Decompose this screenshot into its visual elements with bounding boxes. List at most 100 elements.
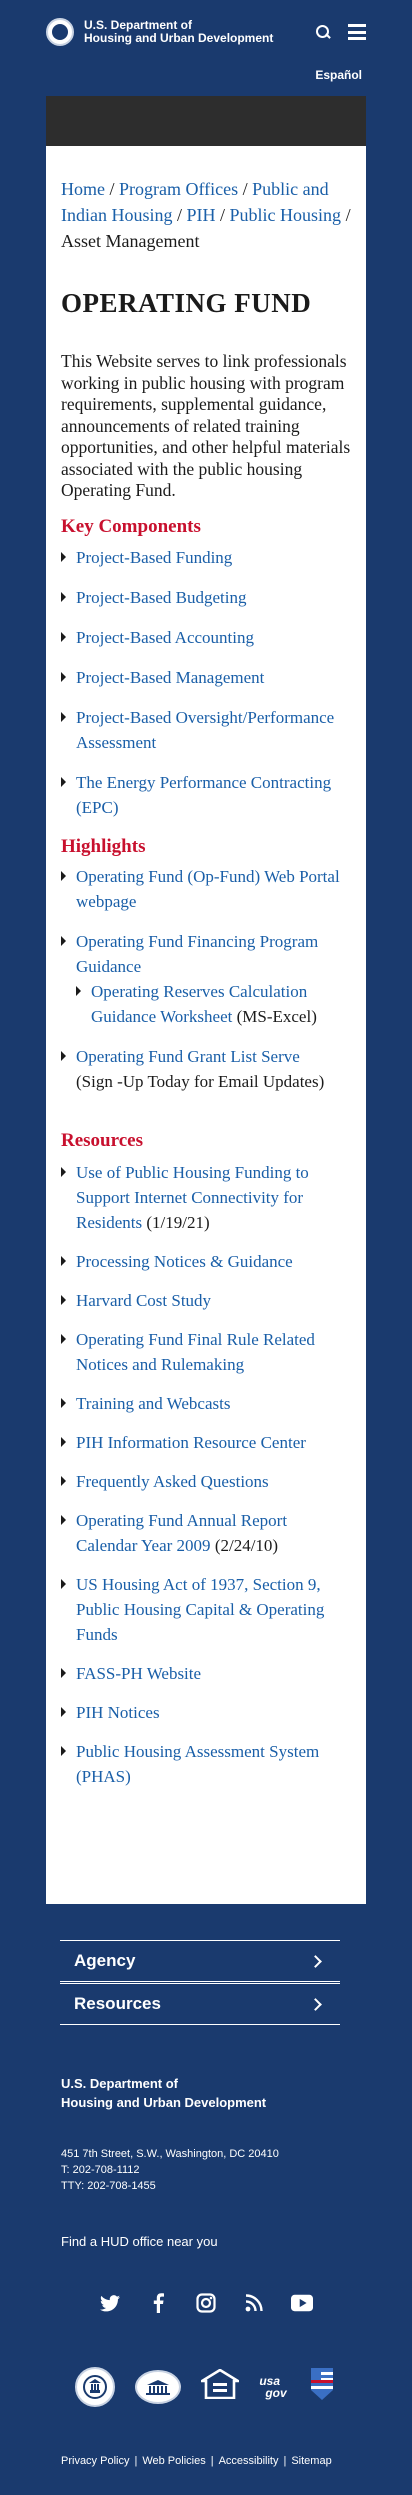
list-item: Frequently Asked Questions (61, 1469, 352, 1494)
accordion-agency-label: Agency (74, 1951, 136, 1970)
breadcrumb-separator: / (220, 205, 226, 225)
footer-agency-name: U.S. Department of Housing and Urban Dev… (61, 2074, 266, 2112)
instagram-icon[interactable] (195, 2292, 217, 2314)
tty-text: TTY: 202-708-1455 (61, 2180, 156, 2192)
breadcrumb-home[interactable]: Home (61, 179, 105, 199)
link-financing-program-guidance[interactable]: Operating Fund Financing Program Guidanc… (76, 932, 318, 976)
list-item: Project-Based Budgeting (61, 585, 352, 610)
link-project-based-oversight[interactable]: Project-Based Oversight/Performance Asse… (76, 708, 334, 752)
list-item: FASS-PH Website (61, 1661, 352, 1686)
twitter-icon[interactable] (99, 2292, 121, 2314)
breadcrumb-separator: / (177, 205, 183, 225)
footer-address: 451 7th Street, S.W., Washington, DC 204… (61, 2146, 279, 2194)
youtube-icon[interactable] (291, 2292, 313, 2314)
signup-note: (Sign -Up Today for Email Updates) (76, 1071, 325, 1091)
breadcrumb-pih-short[interactable]: PIH (187, 205, 216, 225)
highlights-heading: Highlights (61, 835, 146, 857)
highlights-sublist: Operating Reserves Calculation Guidance … (76, 979, 352, 1029)
list-item: Operating Fund Final Rule Related Notice… (61, 1327, 352, 1377)
find-office-link[interactable]: Find a HUD office near you (61, 2234, 218, 2249)
agency-name-line2: Housing and Urban Development (84, 31, 274, 45)
link-final-rule[interactable]: Operating Fund Final Rule Related Notice… (76, 1330, 315, 1374)
link-energy-performance-contracting[interactable]: The Energy Performance Contracting (EPC) (76, 773, 331, 817)
facebook-icon[interactable] (147, 2292, 169, 2314)
list-item: Project-Based Accounting (61, 625, 352, 650)
link-project-based-funding[interactable]: Project-Based Funding (76, 548, 232, 567)
accordion-resources-label: Resources (74, 1994, 161, 2013)
breadcrumb-separator: / (242, 179, 248, 199)
breadcrumb-program-offices[interactable]: Program Offices (119, 179, 238, 199)
social-links (0, 2292, 412, 2314)
file-type-note: (MS-Excel) (236, 1006, 317, 1026)
list-item: Operating Fund Annual Report Calendar Ye… (61, 1508, 352, 1558)
link-harvard-cost-study[interactable]: Harvard Cost Study (76, 1291, 211, 1310)
key-components-heading: Key Components (61, 515, 201, 537)
list-item: PIH Notices (61, 1700, 352, 1725)
link-faq[interactable]: Frequently Asked Questions (76, 1472, 269, 1491)
separator: | (283, 2455, 287, 2467)
language-link[interactable]: Español (315, 68, 362, 82)
resources-list: Use of Public Housing Funding to Support… (61, 1160, 352, 1789)
chevron-right-icon (309, 1954, 322, 1968)
list-item: Operating Reserves Calculation Guidance … (76, 979, 352, 1029)
list-item: Project-Based Funding (61, 545, 352, 570)
link-op-fund-web-portal[interactable]: Operating Fund (Op-Fund) Web Portal webp… (76, 867, 340, 911)
link-accessibility[interactable]: Accessibility (219, 2455, 279, 2467)
list-item: Operating Fund Grant List Serve (Sign -Up… (61, 1044, 352, 1094)
search-icon[interactable] (316, 25, 330, 39)
list-item: Harvard Cost Study (61, 1288, 352, 1313)
list-item: Processing Notices & Guidance (61, 1249, 352, 1274)
list-item: US Housing Act of 1937, Section 9, Publi… (61, 1572, 352, 1647)
footer-links: Privacy Policy | Web Policies | Accessibilit… (61, 2455, 332, 2467)
list-item: The Energy Performance Contracting (EPC) (61, 770, 352, 820)
oig-seal-icon[interactable] (75, 2366, 116, 2407)
list-item: Operating Fund (Op-Fund) Web Portal webp… (61, 864, 352, 914)
menu-icon[interactable] (348, 24, 366, 40)
equal-housing-icon[interactable] (197, 2368, 243, 2404)
address-text: 451 7th Street, S.W., Washington, DC 204… (61, 2148, 279, 2160)
accordion-resources[interactable]: Resources (60, 1983, 340, 2025)
rss-icon[interactable] (243, 2292, 265, 2314)
link-project-based-accounting[interactable]: Project-Based Accounting (76, 628, 254, 647)
breadcrumb-public-housing[interactable]: Public Housing (230, 205, 342, 225)
usagov-line2: gov (265, 2385, 287, 2400)
hero-band (46, 96, 366, 146)
usagov-line1: usa (259, 2373, 281, 2388)
date-note: (1/19/21) (146, 1212, 210, 1232)
phone-text: T: 202-708-1112 (61, 2164, 140, 2176)
link-training-webcasts[interactable]: Training and Webcasts (76, 1394, 230, 1413)
list-item: Operating Fund Financing Program Guidanc… (61, 929, 352, 1029)
white-house-icon[interactable] (135, 2369, 182, 2404)
link-fass-ph[interactable]: FASS-PH Website (76, 1664, 201, 1683)
link-processing-notices[interactable]: Processing Notices & Guidance (76, 1252, 293, 1271)
list-item: PIH Information Resource Center (61, 1430, 352, 1455)
footer-agency-line2: Housing and Urban Development (61, 2095, 267, 2110)
link-project-based-management[interactable]: Project-Based Management (76, 668, 264, 687)
link-grant-list-serve[interactable]: Operating Fund Grant List Serve (76, 1047, 300, 1066)
date-note: (2/24/10) (214, 1535, 279, 1555)
list-item: Use of Public Housing Funding to Support… (61, 1160, 352, 1235)
intro-paragraph: This Website serves to link professional… (61, 351, 351, 500)
flag-icon[interactable] (307, 2366, 337, 2407)
accordion-agency[interactable]: Agency (60, 1940, 340, 1982)
link-project-based-budgeting[interactable]: Project-Based Budgeting (76, 588, 246, 607)
list-item: Project-Based Management (61, 665, 352, 690)
list-item: Project-Based Oversight/Performance Asse… (61, 705, 352, 755)
link-sitemap[interactable]: Sitemap (291, 2455, 331, 2467)
seal-icon[interactable] (46, 18, 74, 46)
breadcrumb-separator: / (345, 205, 351, 225)
highlights-list: Operating Fund (Op-Fund) Web Portal webp… (61, 864, 352, 1094)
link-phas[interactable]: Public Housing Assessment System (PHAS) (76, 1742, 319, 1786)
agency-name[interactable]: U.S. Department of Housing and Urban Dev… (84, 19, 273, 45)
link-web-policies[interactable]: Web Policies (142, 2455, 205, 2467)
site-header: U.S. Department of Housing and Urban Dev… (0, 0, 412, 64)
partner-logos: usa gov (0, 2366, 412, 2407)
key-components-list: Project-Based Funding Project-Based Budg… (61, 545, 352, 820)
separator: | (134, 2455, 138, 2467)
link-privacy-policy[interactable]: Privacy Policy (61, 2455, 129, 2467)
link-pih-notices[interactable]: PIH Notices (76, 1703, 160, 1722)
link-housing-act-1937[interactable]: US Housing Act of 1937, Section 9, Publi… (76, 1575, 324, 1644)
usagov-logo[interactable]: usa gov (259, 2375, 286, 2399)
link-pih-irc[interactable]: PIH Information Resource Center (76, 1433, 306, 1452)
list-item: Training and Webcasts (61, 1391, 352, 1416)
